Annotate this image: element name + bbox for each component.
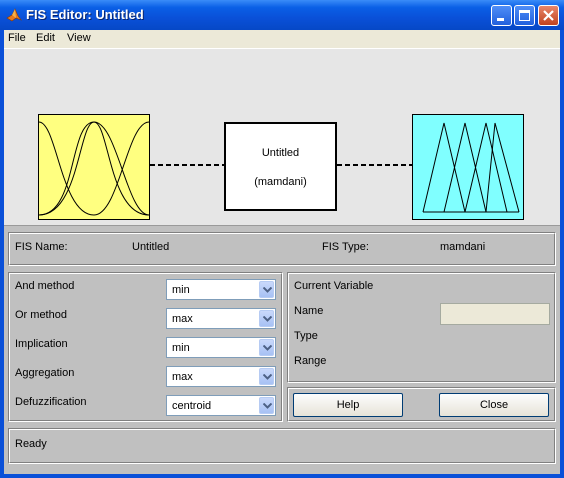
or-method-select[interactable]: max <box>166 308 276 329</box>
fis-name-value: Untitled <box>132 241 170 253</box>
chevron-down-icon[interactable] <box>259 310 274 327</box>
output-mf-triangles <box>422 122 520 213</box>
fis-type-label: FIS Type: <box>322 241 369 253</box>
and-method-value: min <box>172 284 190 296</box>
input-mf-curves <box>38 121 150 216</box>
implication-value: min <box>172 342 190 354</box>
variable-type-label: Type <box>294 330 318 342</box>
aggregation-select[interactable]: max <box>166 366 276 387</box>
variable-range-label: Range <box>294 355 327 367</box>
and-method-select[interactable]: min <box>166 279 276 300</box>
fis-diagram: input1 Untitled (mamdani) <box>4 48 560 237</box>
minimize-button[interactable] <box>491 5 512 26</box>
lower-panel: FIS Name: Untitled FIS Type: mamdani And… <box>4 226 560 474</box>
status-frame: Ready <box>8 428 556 464</box>
or-method-label: Or method <box>15 309 67 321</box>
status-text: Ready <box>15 438 47 450</box>
close-button[interactable]: Close <box>439 393 549 417</box>
menu-edit[interactable]: Edit <box>36 32 55 44</box>
system-type: (mamdani) <box>254 176 307 188</box>
client-area: File Edit View input1 Untitled (mamdani <box>4 30 560 474</box>
fis-editor-window: FIS Editor: Untitled File Edit View inpu… <box>0 0 564 478</box>
input1-mf-box[interactable] <box>38 114 150 220</box>
implication-select[interactable]: min <box>166 337 276 358</box>
menu-bar: File Edit View <box>4 30 560 48</box>
menu-view[interactable]: View <box>67 32 91 44</box>
window-title: FIS Editor: Untitled <box>26 7 144 22</box>
chevron-down-icon[interactable] <box>259 281 274 298</box>
methods-frame: And method min Or method max Implication… <box>8 272 283 422</box>
buttons-frame: Help Close <box>287 387 556 422</box>
fis-type-value: mamdani <box>440 241 486 253</box>
minimize-icon <box>497 18 504 21</box>
chevron-down-icon[interactable] <box>259 339 274 356</box>
defuzzification-label: Defuzzification <box>15 396 87 408</box>
variable-name-field[interactable] <box>440 303 550 325</box>
help-button[interactable]: Help <box>293 393 403 417</box>
menu-file[interactable]: File <box>8 32 26 44</box>
chevron-down-icon[interactable] <box>259 368 274 385</box>
or-method-value: max <box>172 313 193 325</box>
and-method-label: And method <box>15 280 75 292</box>
fis-system-box[interactable]: Untitled (mamdani) <box>224 122 337 211</box>
aggregation-value: max <box>172 371 193 383</box>
aggregation-label: Aggregation <box>15 367 75 379</box>
system-name: Untitled <box>261 147 300 159</box>
implication-label: Implication <box>15 338 68 350</box>
close-icon <box>543 10 554 21</box>
fis-info-frame: FIS Name: Untitled FIS Type: mamdani <box>8 232 556 266</box>
title-bar[interactable]: FIS Editor: Untitled <box>0 0 564 30</box>
current-variable-heading: Current Variable <box>294 280 374 292</box>
close-window-button[interactable] <box>538 5 559 26</box>
output1-mf-box[interactable] <box>412 114 524 220</box>
defuzzification-value: centroid <box>172 400 212 412</box>
maximize-button[interactable] <box>514 5 535 26</box>
maximize-icon <box>519 10 530 21</box>
matlab-logo-icon[interactable] <box>6 7 22 23</box>
variable-name-label: Name <box>294 305 324 317</box>
defuzzification-select[interactable]: centroid <box>166 395 276 416</box>
fis-name-label: FIS Name: <box>15 241 68 253</box>
chevron-down-icon[interactable] <box>259 397 274 414</box>
current-variable-frame: Current Variable Name Type Range <box>287 272 556 383</box>
